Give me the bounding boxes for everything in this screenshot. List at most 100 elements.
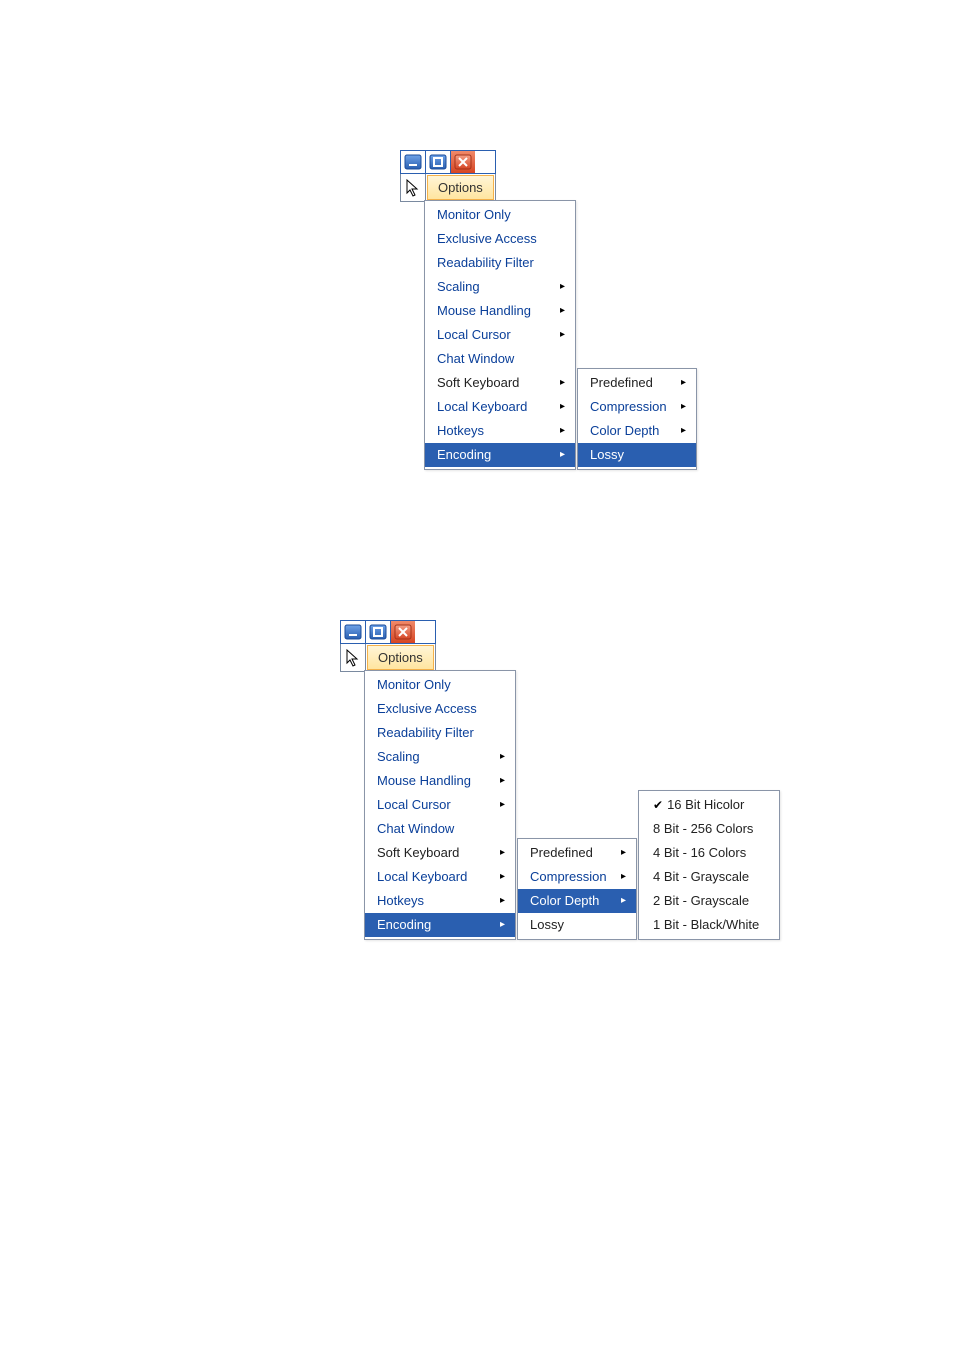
menu-item-label: Soft Keyboard: [377, 845, 459, 861]
minimize-button[interactable]: [341, 621, 366, 643]
menu-item-label: 1 Bit - Black/White: [653, 917, 759, 933]
options-menu: Monitor Only Exclusive Access Readabilit…: [364, 670, 516, 940]
menu-item-label: Scaling: [437, 279, 480, 295]
minimize-button[interactable]: [401, 151, 426, 173]
menu-item-readability-filter[interactable]: Readability Filter: [425, 251, 575, 275]
menu-item-label: Encoding: [377, 917, 431, 933]
menu-item-2-bit-grayscale[interactable]: 2 Bit - Grayscale: [639, 889, 779, 913]
menu-item-predefined[interactable]: Predefined ▸: [578, 371, 696, 395]
menu-item-hotkeys[interactable]: Hotkeys ▸: [365, 889, 515, 913]
menu-item-lossy[interactable]: Lossy: [518, 913, 636, 937]
window-titlebar: [400, 150, 496, 174]
menu-item-exclusive-access[interactable]: Exclusive Access: [365, 697, 515, 721]
menu-item-color-depth[interactable]: Color Depth ▸: [578, 419, 696, 443]
menu-item-16-bit-hicolor[interactable]: ✔16 Bit Hicolor: [639, 793, 779, 817]
menu-item-mouse-handling[interactable]: Mouse Handling ▸: [425, 299, 575, 323]
menu-item-label: Mouse Handling: [377, 773, 471, 789]
menu-item-label: Readability Filter: [437, 255, 534, 271]
menu-item-label: 8 Bit - 256 Colors: [653, 821, 753, 837]
menu-item-label: ✔16 Bit Hicolor: [653, 797, 744, 813]
check-icon: ✔: [653, 798, 663, 812]
window-titlebar: [340, 620, 436, 644]
maximize-button[interactable]: [426, 151, 451, 173]
menu-item-label: Local Keyboard: [437, 399, 527, 415]
menu-item-label: 4 Bit - 16 Colors: [653, 845, 746, 861]
menu-item-label: Local Cursor: [377, 797, 451, 813]
menu-item-predefined[interactable]: Predefined ▸: [518, 841, 636, 865]
close-button[interactable]: [391, 621, 415, 643]
menu-item-exclusive-access[interactable]: Exclusive Access: [425, 227, 575, 251]
menu-item-monitor-only[interactable]: Monitor Only: [425, 203, 575, 227]
submenu-arrow-icon: ▸: [681, 375, 686, 391]
menu-item-soft-keyboard[interactable]: Soft Keyboard ▸: [365, 841, 515, 865]
submenu-arrow-icon: ▸: [681, 423, 686, 439]
menu-item-4-bit-16-colors[interactable]: 4 Bit - 16 Colors: [639, 841, 779, 865]
menu-item-4-bit-grayscale[interactable]: 4 Bit - Grayscale: [639, 865, 779, 889]
menu-item-8-bit-256-colors[interactable]: 8 Bit - 256 Colors: [639, 817, 779, 841]
menu-item-monitor-only[interactable]: Monitor Only: [365, 673, 515, 697]
color-depth-submenu: ✔16 Bit Hicolor 8 Bit - 256 Colors 4 Bit…: [638, 790, 780, 940]
menu-item-label: Exclusive Access: [377, 701, 477, 717]
submenu-arrow-icon: ▸: [621, 893, 626, 909]
menu-item-compression[interactable]: Compression ▸: [578, 395, 696, 419]
menu-item-scaling[interactable]: Scaling ▸: [365, 745, 515, 769]
menu-item-label: Exclusive Access: [437, 231, 537, 247]
menu-item-label: Monitor Only: [377, 677, 451, 693]
menu-item-label: 2 Bit - Grayscale: [653, 893, 749, 909]
menu-item-label: Local Keyboard: [377, 869, 467, 885]
menu-item-soft-keyboard[interactable]: Soft Keyboard ▸: [425, 371, 575, 395]
menu-item-encoding[interactable]: Encoding ▸: [365, 913, 515, 937]
menu-item-encoding[interactable]: Encoding ▸: [425, 443, 575, 467]
menu-item-local-keyboard[interactable]: Local Keyboard ▸: [425, 395, 575, 419]
menu-item-label: Compression: [530, 869, 607, 885]
submenu-arrow-icon: ▸: [621, 869, 626, 885]
menu-item-label: Readability Filter: [377, 725, 474, 741]
menu-item-local-cursor[interactable]: Local Cursor ▸: [425, 323, 575, 347]
menu-item-label: 4 Bit - Grayscale: [653, 869, 749, 885]
toolbar: Options: [400, 174, 496, 202]
submenu-arrow-icon: ▸: [560, 423, 565, 439]
menu-item-mouse-handling[interactable]: Mouse Handling ▸: [365, 769, 515, 793]
menu-item-chat-window[interactable]: Chat Window: [425, 347, 575, 371]
options-button[interactable]: Options: [427, 175, 494, 200]
menu-item-label: Predefined: [590, 375, 653, 391]
menu-item-label: Hotkeys: [377, 893, 424, 909]
cursor-icon: [341, 644, 366, 671]
menu-item-label: Soft Keyboard: [437, 375, 519, 391]
menu-item-chat-window[interactable]: Chat Window: [365, 817, 515, 841]
submenu-arrow-icon: ▸: [560, 375, 565, 391]
submenu-arrow-icon: ▸: [560, 399, 565, 415]
menu-item-1-bit-black-white[interactable]: 1 Bit - Black/White: [639, 913, 779, 937]
menu-item-local-keyboard[interactable]: Local Keyboard ▸: [365, 865, 515, 889]
menu-item-lossy[interactable]: Lossy: [578, 443, 696, 467]
menu-item-label: Hotkeys: [437, 423, 484, 439]
menu-item-label: Monitor Only: [437, 207, 511, 223]
menu-item-label: Color Depth: [590, 423, 659, 439]
menu-item-label: Local Cursor: [437, 327, 511, 343]
submenu-arrow-icon: ▸: [500, 773, 505, 789]
menu-item-label: Encoding: [437, 447, 491, 463]
submenu-arrow-icon: ▸: [560, 303, 565, 319]
cursor-icon: [401, 174, 426, 201]
screenshot-1: Options Monitor Only Exclusive Access Re…: [400, 150, 496, 202]
menu-item-hotkeys[interactable]: Hotkeys ▸: [425, 419, 575, 443]
menu-item-readability-filter[interactable]: Readability Filter: [365, 721, 515, 745]
menu-item-color-depth[interactable]: Color Depth ▸: [518, 889, 636, 913]
submenu-arrow-icon: ▸: [560, 279, 565, 295]
toolbar: Options: [340, 644, 436, 672]
options-button[interactable]: Options: [367, 645, 434, 670]
maximize-button[interactable]: [366, 621, 391, 643]
menu-item-label: Scaling: [377, 749, 420, 765]
menu-item-compression[interactable]: Compression ▸: [518, 865, 636, 889]
submenu-arrow-icon: ▸: [500, 869, 505, 885]
menu-item-label: Color Depth: [530, 893, 599, 909]
submenu-arrow-icon: ▸: [500, 797, 505, 813]
encoding-submenu: Predefined ▸ Compression ▸ Color Depth ▸…: [577, 368, 697, 470]
menu-item-label: Chat Window: [377, 821, 454, 837]
menu-item-local-cursor[interactable]: Local Cursor ▸: [365, 793, 515, 817]
close-button[interactable]: [451, 151, 475, 173]
menu-item-label: Lossy: [590, 447, 624, 463]
menu-item-label: Mouse Handling: [437, 303, 531, 319]
submenu-arrow-icon: ▸: [500, 917, 505, 933]
menu-item-scaling[interactable]: Scaling ▸: [425, 275, 575, 299]
